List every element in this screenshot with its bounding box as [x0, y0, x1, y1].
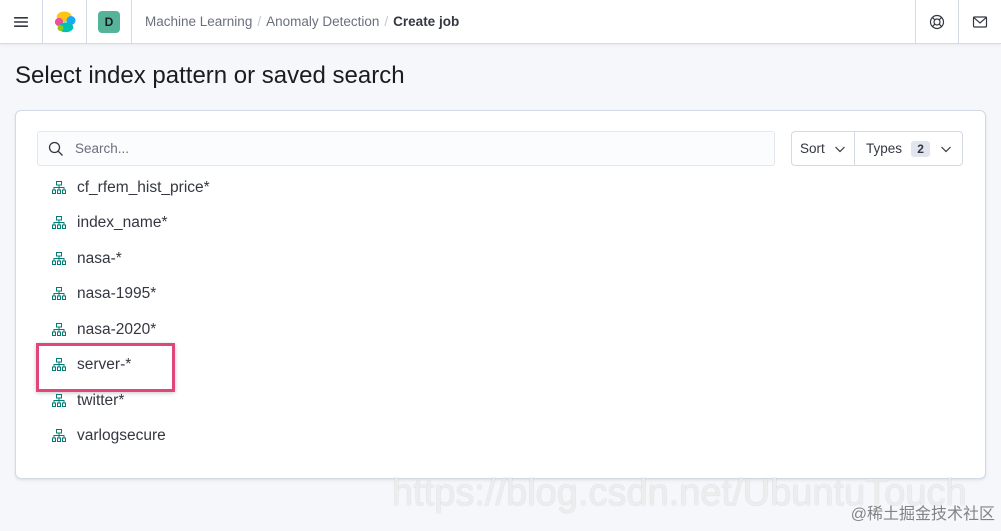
index-pattern-icon [52, 429, 66, 443]
list-item-label: cf_rfem_hist_price* [77, 178, 210, 196]
index-pattern-icon [52, 251, 66, 266]
index-pattern-icon [52, 358, 66, 372]
search-field [37, 131, 775, 166]
breadcrumb-create-job: Create job [393, 14, 460, 29]
list-item[interactable]: nasa-* [37, 241, 963, 277]
types-label: Types [866, 141, 903, 156]
list-item[interactable]: server-* [36, 342, 963, 391]
breadcrumb-separator: / [257, 14, 262, 29]
filter-group: Sort Types 2 [791, 131, 963, 166]
list-item-label: nasa-1995* [77, 285, 157, 303]
chevron-down-icon [940, 143, 952, 155]
index-pattern-icon [52, 216, 66, 230]
index-selection-panel: Sort Types 2 [15, 110, 986, 479]
sort-button[interactable]: Sort [792, 132, 855, 165]
search-icon [48, 141, 64, 157]
index-pattern-icon [52, 322, 66, 337]
breadcrumb-anomaly-detection[interactable]: Anomaly Detection [266, 14, 379, 29]
home-logo-link[interactable] [43, 0, 87, 43]
top-header: D Machine Learning / Anomaly Detection /… [0, 0, 1001, 44]
newsfeed-button[interactable] [958, 0, 1001, 43]
help-menu-button[interactable] [915, 0, 958, 43]
types-button[interactable]: Types 2 [855, 132, 962, 165]
list-item[interactable]: index_name* [37, 206, 963, 242]
list-item[interactable]: nasa-1995* [37, 277, 963, 313]
breadcrumb: Machine Learning / Anomaly Detection / C… [132, 0, 915, 43]
menu-button[interactable] [0, 0, 43, 43]
list-item-label: server-* [77, 356, 132, 374]
mail-icon [972, 14, 988, 30]
list-item[interactable]: cf_rfem_hist_price* [37, 170, 963, 206]
list-item-label: nasa-2020* [77, 320, 157, 338]
chevron-down-icon [834, 143, 846, 155]
hamburger-menu-icon [13, 14, 29, 30]
list-item-label: index_name* [77, 214, 168, 232]
list-item[interactable]: varlogsecure [37, 419, 963, 455]
watermark-credit: @稀土掘金技术社区 [850, 506, 995, 523]
index-pattern-icon [52, 393, 66, 408]
sort-label: Sort [800, 141, 825, 156]
types-count-badge: 2 [911, 140, 931, 157]
list-item[interactable]: nasa-2020* [37, 312, 963, 348]
index-pattern-icon [52, 180, 66, 195]
lifebuoy-help-icon [929, 14, 945, 30]
avatar: D [98, 10, 120, 33]
index-pattern-list: cf_rfem_hist_price* index_name* nasa-* n… [36, 170, 963, 455]
breadcrumb-machine-learning[interactable]: Machine Learning [145, 14, 252, 29]
elastic-logo-icon [53, 10, 77, 34]
space-avatar-button[interactable]: D [87, 0, 132, 43]
breadcrumb-separator: / [384, 14, 389, 29]
watermark-url: https://blog.csdn.net/UbuntuTouch [392, 472, 967, 514]
page-title: Select index pattern or saved search [15, 62, 405, 89]
index-pattern-icon [52, 287, 66, 301]
list-item-label: varlogsecure [77, 427, 166, 445]
list-item-label: nasa-* [77, 249, 122, 267]
search-input[interactable] [75, 133, 774, 164]
list-item-label: twitter* [77, 391, 125, 409]
search-toolbar: Sort Types 2 [37, 131, 963, 166]
list-item[interactable]: twitter* [37, 383, 963, 419]
